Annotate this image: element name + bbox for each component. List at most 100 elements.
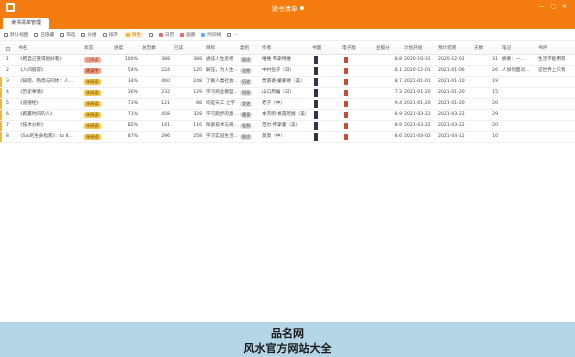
end-cell[interactable]: 2021-01-20 xyxy=(438,99,472,109)
start-cell[interactable]: 2020-12-01 xyxy=(404,66,436,76)
table-row[interactable]: 3 《知晓、熟悉与同体：人... 未阅读 34% 460 248 了解人类社会... 历史 贾雷… xyxy=(0,77,575,88)
review-cell[interactable] xyxy=(538,110,575,120)
cover-cell[interactable] xyxy=(312,132,340,142)
toolbar-plus-button[interactable]: 默认视图 xyxy=(4,32,28,38)
score-cell[interactable]: 7.3 xyxy=(376,88,402,98)
status-cell[interactable]: 阅读中 xyxy=(84,66,112,76)
read-cell[interactable]: 88 xyxy=(174,99,202,109)
author-cell[interactable]: 贾雷德·戴蒙德（美） xyxy=(262,77,310,87)
score-cell[interactable]: 8.1 xyxy=(376,66,402,76)
read-cell[interactable]: 120 xyxy=(174,66,202,76)
column-header[interactable]: 状态 xyxy=(84,44,112,54)
read-cell[interactable]: 129 xyxy=(174,88,202,98)
author-cell[interactable]: 老子（中） xyxy=(262,99,310,109)
progress-cell[interactable]: 82% xyxy=(114,121,138,131)
status-cell[interactable]: 已阅读 xyxy=(84,55,112,65)
score-cell[interactable]: 8.7 xyxy=(376,77,402,87)
dropdown-icon[interactable] xyxy=(299,6,304,10)
end-cell[interactable]: 2021-01-10 xyxy=(438,77,472,87)
score-cell[interactable]: 8.9 xyxy=(376,110,402,120)
toolbar-filter-button[interactable]: 筛选 xyxy=(60,32,75,38)
days-cell[interactable]: 15 xyxy=(474,88,498,98)
start-cell[interactable]: 2021-01-20 xyxy=(404,88,436,98)
read-cell[interactable]: 258 xyxy=(174,132,202,142)
author-cell[interactable]: 范尔·怀斯曼（美） xyxy=(262,121,310,131)
category-cell[interactable]: 健身 xyxy=(240,110,260,120)
read-cell[interactable]: 248 xyxy=(174,77,202,87)
progress-cell[interactable]: 54% xyxy=(114,66,138,76)
progress-cell[interactable]: 36% xyxy=(114,88,138,98)
table-row[interactable]: 2 《人间值得》 阅读中 54% 224 120 解压，为人生... 治愈 中村恒子（日） 8.1… xyxy=(0,66,575,77)
toolbar-gallery-button[interactable]: 画册 xyxy=(180,32,195,38)
note-cell[interactable]: 摘要：一... xyxy=(502,55,536,65)
ebook-cell[interactable] xyxy=(342,132,374,142)
cover-cell[interactable] xyxy=(312,110,340,120)
score-cell[interactable]: 8.9 xyxy=(376,121,402,131)
pages-cell[interactable]: 224 xyxy=(142,66,170,76)
author-cell[interactable]: 莫莫（中） xyxy=(262,132,310,142)
toolbar-eye-button[interactable]: 已隐藏 xyxy=(34,32,54,38)
column-header[interactable]: 已读 xyxy=(174,44,202,54)
toolbar-group-button[interactable]: 分组 xyxy=(81,32,97,38)
column-header[interactable]: 总页数 xyxy=(142,44,170,54)
table-row[interactable]: 6 《跑赢时间的人》 未阅读 71% 458 328 学习跑步的意... 健身 本杰明·格雷厄姆… xyxy=(0,110,575,121)
note-cell[interactable] xyxy=(502,110,536,120)
status-cell[interactable]: 未阅读 xyxy=(84,88,112,98)
cover-cell[interactable] xyxy=(312,55,340,65)
title-cell[interactable]: 《知晓、熟悉与同体：人... xyxy=(18,77,78,87)
column-header[interactable]: 目标 xyxy=(206,44,238,54)
days-cell[interactable]: 19 xyxy=(474,77,498,87)
pages-cell[interactable]: 388 xyxy=(142,55,170,65)
author-cell[interactable]: 山口周编（日） xyxy=(262,88,310,98)
ebook-cell[interactable] xyxy=(342,77,374,87)
toolbar-calendar-button[interactable]: 日历 xyxy=(159,32,174,38)
end-cell[interactable]: 2020-12-01 xyxy=(438,55,472,65)
pages-cell[interactable]: 460 xyxy=(142,77,170,87)
goal-cell[interactable]: 均是天工 之学 xyxy=(206,99,238,109)
progress-cell[interactable]: 34% xyxy=(114,77,138,87)
column-header[interactable]: 书评 xyxy=(538,44,575,54)
ebook-cell[interactable] xyxy=(342,88,374,98)
column-header[interactable]: 天数 xyxy=(474,44,498,54)
column-header[interactable]: 笔记 xyxy=(502,44,536,54)
category-cell[interactable]: 治愈 xyxy=(240,66,260,76)
days-cell[interactable]: 10 xyxy=(474,132,498,142)
note-cell[interactable]: 人如何面对... xyxy=(502,66,536,76)
status-cell[interactable]: 未阅读 xyxy=(84,99,112,109)
status-cell[interactable]: 未阅读 xyxy=(84,132,112,142)
column-header[interactable]: 豆瓣分 xyxy=(376,44,402,54)
cover-cell[interactable] xyxy=(312,99,340,109)
pages-cell[interactable]: 296 xyxy=(142,132,170,142)
note-cell[interactable] xyxy=(502,99,536,109)
table-row[interactable]: 5 《道德经》 未阅读 73% 121 88 均是天工 之学 文史 老子（中） 9.4 2021-0… xyxy=(0,99,575,110)
review-cell[interactable] xyxy=(538,88,575,98)
end-cell[interactable]: 2021-03-22 xyxy=(438,121,472,131)
progress-cell[interactable]: 71% xyxy=(114,110,138,120)
progress-cell[interactable]: 73% xyxy=(114,99,138,109)
title-cell[interactable]: 《把自己变得很好看》 xyxy=(18,55,78,65)
category-cell[interactable]: 社科 xyxy=(240,121,260,131)
score-cell[interactable]: 9.4 xyxy=(376,99,402,109)
toolbar-more-button[interactable]: … xyxy=(227,32,238,37)
ebook-cell[interactable] xyxy=(342,110,374,120)
toolbar-sort-button[interactable]: 排序 xyxy=(102,32,118,38)
ebook-cell[interactable] xyxy=(342,99,374,109)
author-cell[interactable]: 唯唯 韦斯特维 xyxy=(262,55,310,65)
pages-cell[interactable]: 458 xyxy=(142,110,170,120)
column-header[interactable]: 进度 xyxy=(114,44,138,54)
column-header[interactable]: 计划开始 xyxy=(404,44,436,54)
goal-cell[interactable]: 通读人生思考 xyxy=(206,55,238,65)
title-cell[interactable]: 《跑赢时间的人》 xyxy=(18,110,78,120)
category-cell[interactable]: 励志 xyxy=(240,132,260,142)
author-cell[interactable]: 本杰明·格雷厄姆（美） xyxy=(262,110,310,120)
start-cell[interactable]: 2021-01-01 xyxy=(404,77,436,87)
category-cell[interactable]: 文史 xyxy=(240,99,260,109)
select-all-checkbox[interactable] xyxy=(6,47,10,51)
review-cell[interactable]: 生活不能用有 xyxy=(538,55,575,65)
start-cell[interactable]: 2021-04-02 xyxy=(404,132,436,142)
category-cell[interactable]: 历史 xyxy=(240,77,260,87)
note-cell[interactable] xyxy=(502,88,536,98)
tab-reading-list[interactable]: 读书清单管理 xyxy=(3,18,49,29)
read-cell[interactable]: 388 xyxy=(174,55,202,65)
title-cell[interactable]: 《技术分析》 xyxy=(18,121,78,131)
